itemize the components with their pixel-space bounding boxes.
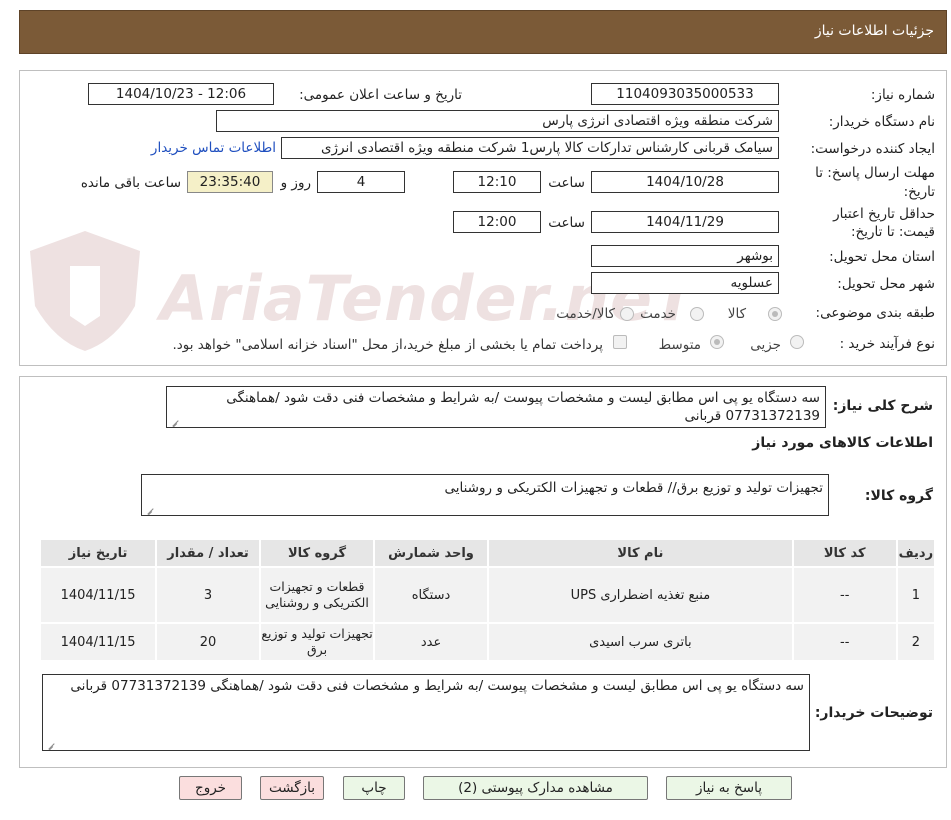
goods-group-label: گروه کالا:: [864, 488, 933, 504]
table-row[interactable]: 2 -- باتری سرب اسیدی عدد تجهیزات تولید و…: [38, 622, 937, 662]
goods-section-title: اطلاعات کالاهای مورد نیاز: [752, 435, 933, 451]
reply-button[interactable]: پاسخ به نیاز: [666, 776, 792, 800]
category-goods-service-radio[interactable]: [620, 307, 634, 321]
column-header-name: نام کالا: [487, 538, 794, 568]
buyer-org-label: نام دستگاه خریدار:: [828, 114, 935, 130]
announce-datetime-field[interactable]: 1404/10/23 - 12:06: [88, 83, 274, 105]
buyer-notes-textarea[interactable]: سه دستگاه یو پی اس مطابق لیست و مشخصات پ…: [42, 674, 810, 751]
back-button[interactable]: بازگشت: [260, 776, 324, 800]
cell-row-number: 1: [895, 566, 937, 624]
validity-label-2: قیمت: تا تاریخ:: [851, 224, 935, 240]
deadline-time-field[interactable]: 12:10: [453, 171, 541, 193]
category-service-label: خدمت: [640, 306, 676, 322]
table-header-row: ردیف کد کالا نام کالا واحد شمارش گروه کا…: [38, 538, 937, 568]
validity-time-field[interactable]: 12:00: [453, 211, 541, 233]
goods-group-text: تجهیزات تولید و توزیع برق// قطعات و تجهی…: [444, 480, 823, 496]
print-button[interactable]: چاپ: [343, 776, 405, 800]
process-label: نوع فرآیند خرید :: [839, 336, 935, 352]
category-service-radio[interactable]: [690, 307, 704, 321]
announce-label: تاریخ و ساعت اعلان عمومی:: [299, 87, 462, 103]
exit-button[interactable]: خروج: [179, 776, 242, 800]
page-title: جزئیات اطلاعات نیاز: [814, 23, 934, 39]
creator-field[interactable]: سیامک قربانی کارشناس تدارکات کالا پارس1 …: [281, 137, 779, 159]
cell-unit: دستگاه: [373, 566, 490, 624]
validity-date-field[interactable]: 1404/11/29: [591, 211, 779, 233]
validity-label: حداقل تاریخ اعتبار: [833, 206, 935, 222]
page-header: جزئیات اطلاعات نیاز: [19, 10, 947, 54]
days-label: روز و: [280, 175, 311, 191]
city-label: شهر محل تحویل:: [837, 276, 935, 292]
deadline-label-2: تاریخ:: [903, 184, 935, 200]
summary-textarea[interactable]: سه دستگاه یو پی اس مطابق لیست و مشخصات پ…: [166, 386, 826, 428]
column-header-unit: واحد شمارش: [373, 538, 490, 568]
buyer-notes-label: توضیحات خریدار:: [814, 705, 933, 721]
process-minor-label: جزیی: [750, 337, 781, 353]
cell-name: باتری سرب اسیدی: [487, 622, 794, 662]
goods-table: ردیف کد کالا نام کالا واحد شمارش گروه کا…: [38, 538, 937, 662]
buyer-notes-text: سه دستگاه یو پی اس مطابق لیست و مشخصات پ…: [70, 678, 804, 694]
summary-text: سه دستگاه یو پی اس مطابق لیست و مشخصات پ…: [226, 390, 820, 424]
cell-code: --: [791, 566, 898, 624]
remaining-time-label: ساعت باقی مانده: [80, 175, 181, 191]
city-field[interactable]: عسلویه: [591, 272, 779, 294]
province-field[interactable]: بوشهر: [591, 245, 779, 267]
process-medium-radio[interactable]: [710, 335, 724, 349]
buyer-org-field[interactable]: شرکت منطقه ویژه اقتصادی انرژی پارس: [216, 110, 779, 132]
deadline-time-label: ساعت: [548, 175, 585, 191]
category-goods-service-label: کالا/خدمت: [556, 306, 615, 322]
category-label: طبقه بندی موضوعی:: [815, 305, 935, 321]
cell-quantity: 3: [155, 566, 261, 624]
process-medium-label: متوسط: [658, 337, 701, 353]
cell-row-number: 2: [895, 622, 937, 662]
process-minor-radio[interactable]: [790, 335, 804, 349]
cell-quantity: 20: [155, 622, 261, 662]
cell-group: قطعات و تجهیزات الکتریکی و روشنایی: [258, 566, 376, 624]
column-header-code: کد کالا: [791, 538, 898, 568]
cell-name: منبع تغذیه اضطراری UPS: [487, 566, 794, 624]
treasury-payment-checkbox[interactable]: [613, 335, 627, 349]
resize-grip-icon[interactable]: [142, 503, 154, 515]
resize-grip-icon[interactable]: [43, 738, 55, 750]
remaining-time-field: 23:35:40: [187, 171, 273, 193]
validity-time-label: ساعت: [548, 215, 585, 231]
column-header-date: تاریخ نیاز: [38, 538, 158, 568]
cell-code: --: [791, 622, 898, 662]
remaining-days-field: 4: [317, 171, 405, 193]
treasury-payment-note: پرداخت تمام یا بخشی از مبلغ خرید،از محل …: [172, 337, 603, 353]
cell-date: 1404/11/15: [38, 622, 158, 662]
column-header-group: گروه کالا: [258, 538, 376, 568]
resize-grip-icon[interactable]: [167, 415, 179, 427]
creator-label: ایجاد کننده درخواست:: [810, 141, 935, 157]
buyer-contact-link[interactable]: اطلاعات تماس خریدار: [151, 140, 276, 156]
table-row[interactable]: 1 -- منبع تغذیه اضطراری UPS دستگاه قطعات…: [38, 566, 937, 624]
column-header-quantity: تعداد / مقدار: [155, 538, 261, 568]
province-label: استان محل تحویل:: [829, 249, 935, 265]
column-header-row-number: ردیف: [895, 538, 937, 568]
need-number-label: شماره نیاز:: [870, 87, 935, 103]
need-number-field[interactable]: 1104093035000533: [591, 83, 779, 105]
goods-group-textarea[interactable]: تجهیزات تولید و توزیع برق// قطعات و تجهی…: [141, 474, 829, 516]
cell-date: 1404/11/15: [38, 566, 158, 624]
view-attachments-button[interactable]: مشاهده مدارک پیوستی (2): [423, 776, 648, 800]
cell-group: تجهیزات تولید و توزیع برق: [258, 622, 376, 662]
category-goods-radio[interactable]: [768, 307, 782, 321]
deadline-label: مهلت ارسال پاسخ: تا: [815, 165, 935, 181]
category-goods-label: کالا: [727, 306, 746, 322]
cell-unit: عدد: [373, 622, 490, 662]
deadline-date-field[interactable]: 1404/10/28: [591, 171, 779, 193]
summary-label: شرح کلی نیاز:: [832, 398, 933, 414]
